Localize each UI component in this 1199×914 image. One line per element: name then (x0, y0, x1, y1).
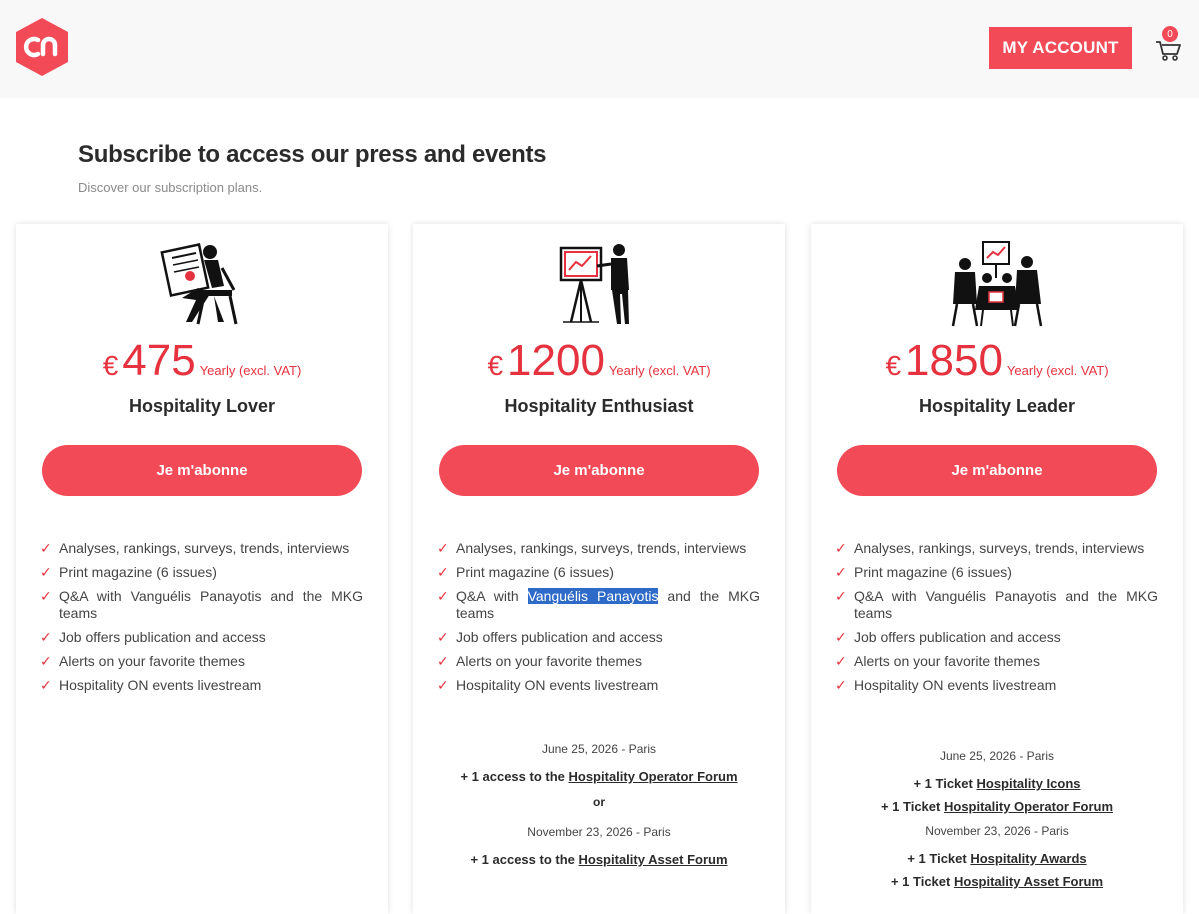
event-link-operator-forum[interactable]: Hospitality Operator Forum (569, 769, 738, 784)
plan-name: Hospitality Enthusiast (504, 396, 694, 416)
price-amount: 1200 (507, 336, 605, 385)
check-icon: ✓ (835, 540, 847, 556)
plan-name: Hospitality Leader (918, 396, 1076, 416)
feature-list: ✓ Analyses, rankings, surveys, trends, in… (437, 540, 760, 701)
list-item: ✓ Analyses, rankings, surveys, trends, in… (40, 540, 350, 556)
check-icon: ✓ (40, 540, 52, 556)
list-item: ✓ Hospitality ON events livestream (835, 677, 1057, 693)
price-period: Yearly (excl. VAT) (608, 363, 711, 378)
list-item: ✓ Hospitality ON events livestream (437, 677, 659, 693)
plan-card-enthusiast: € 1200 Yearly (excl. VAT) Hospitality En… (413, 224, 785, 914)
event-or: or (593, 795, 605, 809)
price-amount: 1850 (905, 336, 1003, 385)
price-amount: 475 (122, 336, 196, 385)
event-date: November 23, 2026 - Paris (527, 825, 671, 839)
list-item: ✓ Job offers publication and access (40, 629, 266, 645)
presentation-illustration (559, 244, 629, 324)
check-icon: ✓ (40, 588, 52, 604)
price-block: € 1850 Yearly (excl. VAT) (811, 337, 1183, 385)
list-item: ✓ Print magazine (6 issues) (835, 564, 1012, 580)
check-icon: ✓ (437, 653, 449, 669)
check-icon: ✓ (40, 653, 52, 669)
event-link-operator-forum[interactable]: Hospitality Operator Forum (944, 799, 1113, 814)
list-item: ✓ Analyses, rankings, surveys, trends, in… (835, 540, 1145, 556)
check-icon: ✓ (40, 629, 52, 645)
check-icon: ✓ (835, 677, 847, 693)
check-icon: ✓ (437, 629, 449, 645)
top-bar: MY ACCOUNT 0 (0, 0, 1199, 98)
event-date: November 23, 2026 - Paris (925, 824, 1069, 838)
check-icon: ✓ (835, 564, 847, 580)
subscribe-button-lover[interactable]: Je m'abonne (42, 445, 362, 496)
check-icon: ✓ (437, 564, 449, 580)
my-account-button[interactable]: MY ACCOUNT (989, 27, 1132, 69)
list-item: ✓ Q&A with Vanguélis Panayotis and the MK… (437, 588, 761, 621)
check-icon: ✓ (437, 540, 449, 556)
event-link-icons[interactable]: Hospitality Icons (976, 776, 1080, 791)
event-offer: + 1 access to the Hospitality Operator F… (460, 769, 738, 784)
price-block: € 1200 Yearly (excl. VAT) (413, 337, 785, 385)
event-link-asset-forum[interactable]: Hospitality Asset Forum (579, 852, 728, 867)
price-currency: € (487, 350, 504, 381)
list-item: ✓ Print magazine (6 issues) (40, 564, 217, 580)
list-item: ✓ Print magazine (6 issues) (437, 564, 614, 580)
brand-logo-icon[interactable] (16, 18, 68, 76)
price-currency: € (102, 350, 119, 381)
check-icon: ✓ (40, 564, 52, 580)
check-icon: ✓ (40, 677, 52, 693)
plan-name: Hospitality Lover (128, 396, 276, 416)
event-link-asset-forum[interactable]: Hospitality Asset Forum (954, 874, 1103, 889)
event-offer: + 1 Ticket Hospitality Icons (913, 776, 1081, 791)
subscribe-button-enthusiast[interactable]: Je m'abonne (439, 445, 759, 496)
event-date: June 25, 2026 - Paris (541, 742, 657, 756)
meeting-illustration (951, 241, 1043, 327)
list-item: ✓ Q&A with Vanguélis Panayotis and the MK… (835, 588, 1158, 621)
event-offer: + 1 Ticket Hospitality Asset Forum (890, 874, 1104, 889)
price-period: Yearly (excl. VAT) (1006, 363, 1109, 378)
cart-button[interactable]: 0 (1154, 26, 1184, 62)
event-offer: + 1 Ticket Hospitality Awards (907, 851, 1087, 866)
price-period: Yearly (excl. VAT) (199, 363, 302, 378)
reading-newspaper-illustration (160, 243, 238, 325)
check-icon: ✓ (835, 629, 847, 645)
plan-card-leader: € 1850 Yearly (excl. VAT) Hospitality Le… (811, 224, 1183, 914)
feature-list: ✓ Analyses, rankings, surveys, trends, in… (835, 540, 1158, 701)
feature-list: ✓ Analyses, rankings, surveys, trends, in… (40, 540, 363, 701)
page-subtitle: Discover our subscription plans. (78, 180, 263, 195)
list-item: ✓ Q&A with Vanguélis Panayotis and the MK… (40, 588, 363, 621)
price-block: € 475 Yearly (excl. VAT) (16, 337, 388, 385)
list-item: ✓ Job offers publication and access (437, 629, 663, 645)
subscribe-button-leader[interactable]: Je m'abonne (837, 445, 1157, 496)
list-item: ✓ Analyses, rankings, surveys, trends, in… (437, 540, 747, 556)
plan-card-lover: € 475 Yearly (excl. VAT) Hospitality Lov… (16, 224, 388, 914)
list-item: ✓ Alerts on your favorite themes (835, 653, 1040, 669)
cart-count-badge: 0 (1162, 26, 1178, 42)
list-item: ✓ Hospitality ON events livestream (40, 677, 262, 693)
list-item: ✓ Job offers publication and access (835, 629, 1061, 645)
check-icon: ✓ (835, 588, 847, 604)
check-icon: ✓ (835, 653, 847, 669)
event-offer: + 1 access to the Hospitality Asset Foru… (470, 852, 728, 867)
check-icon: ✓ (437, 588, 449, 604)
event-date: June 25, 2026 - Paris (939, 749, 1055, 763)
event-link-awards[interactable]: Hospitality Awards (970, 851, 1086, 866)
price-currency: € (885, 350, 902, 381)
list-item: ✓ Alerts on your favorite themes (40, 653, 245, 669)
list-item: ✓ Alerts on your favorite themes (437, 653, 642, 669)
page-title: Subscribe to access our press and events (78, 141, 547, 168)
event-offer: + 1 Ticket Hospitality Operator Forum (880, 799, 1114, 814)
check-icon: ✓ (437, 677, 449, 693)
selected-text: Vanguélis Panayotis (527, 588, 659, 604)
